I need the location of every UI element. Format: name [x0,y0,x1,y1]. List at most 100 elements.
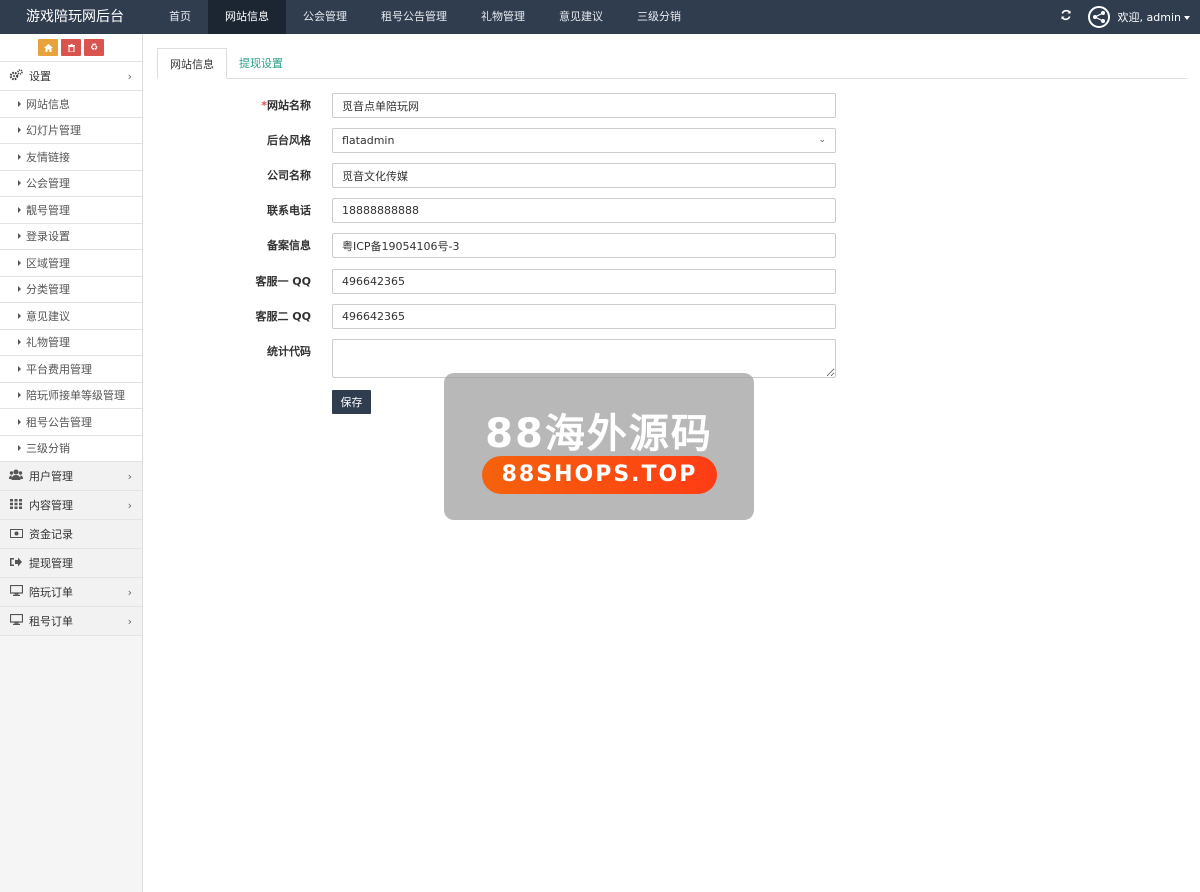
company-name-label: 公司名称 [267,169,311,182]
sidebar-item-companion-level[interactable]: 陪玩师接单等级管理 [0,382,142,409]
icp-label: 备案信息 [267,239,311,252]
sidebar-group-label: 提现管理 [29,557,73,570]
qq1-label: 客服一 QQ [255,275,311,288]
sidebar-group-withdraw[interactable]: 提现管理 [0,549,142,578]
sidebar-group-label: 设置 [29,70,51,83]
sidebar-item-platform-fee[interactable]: 平台费用管理 [0,356,142,383]
chevron-right-icon: › [127,498,132,512]
sidebar-item-login-settings[interactable]: 登录设置 [0,223,142,250]
company-name-input[interactable] [332,163,836,188]
phone-input[interactable] [332,198,836,223]
nav-item-rent-notice[interactable]: 租号公告管理 [364,0,464,34]
save-button[interactable]: 保存 [332,390,371,414]
form-row-phone: 联系电话 [157,198,1187,224]
sidebar-group-users[interactable]: 用户管理 › [0,462,142,491]
sidebar-group-companion-orders[interactable]: 陪玩订单 › [0,578,142,607]
sidebar-item-label: 幻灯片管理 [26,124,81,138]
sidebar-item-label: 靓号管理 [26,203,70,217]
caret-right-icon [18,312,21,319]
caret-right-icon [18,259,21,266]
qq2-input[interactable] [332,304,836,329]
watermark-title: 88海外源码 [485,411,713,457]
tab-bar: 网站信息 提现设置 [157,48,1187,79]
nav-item-feedback[interactable]: 意见建议 [542,0,620,34]
admin-style-select[interactable]: flatadmin ⌄ [332,128,836,153]
sidebar-item-pretty-number[interactable]: 靓号管理 [0,197,142,224]
sidebar-group-label: 租号订单 [29,615,73,628]
sidebar-item-feedback[interactable]: 意见建议 [0,303,142,330]
sidebar-item-slides[interactable]: 幻灯片管理 [0,117,142,144]
sidebar-group-settings[interactable]: 设置 › [0,62,142,91]
refresh-icon[interactable] [1060,9,1072,25]
icp-input[interactable] [332,233,836,258]
admin-style-label: 后台风格 [267,134,311,147]
sidebar-item-label: 意见建议 [26,309,70,323]
qq1-input[interactable] [332,269,836,294]
top-navbar: 游戏陪玩网后台 首页 网站信息 公会管理 租号公告管理 礼物管理 意见建议 三级… [0,0,1200,34]
sidebar-item-distribution[interactable]: 三级分销 [0,435,142,462]
nav-item-site-info[interactable]: 网站信息 [208,0,286,34]
sidebar-item-label: 租号公告管理 [26,415,92,429]
sidebar-group-content[interactable]: 内容管理 › [0,491,142,520]
recycle-icon[interactable]: ♻ [84,39,104,56]
caret-right-icon [18,365,21,372]
nav-item-guild[interactable]: 公会管理 [286,0,364,34]
share-avatar-icon[interactable] [1087,6,1110,28]
sidebar-group-funds[interactable]: 资金记录 [0,520,142,549]
tab-withdraw-settings[interactable]: 提现设置 [227,48,295,79]
users-icon [8,469,24,483]
chevron-right-icon: › [127,69,132,83]
caret-right-icon [18,392,21,399]
sidebar-group-label: 用户管理 [29,470,73,483]
caret-right-icon [18,180,21,187]
sidebar-item-gifts[interactable]: 礼物管理 [0,329,142,356]
caret-right-icon [18,206,21,213]
site-name-label-text: 网站名称 [267,99,311,112]
tab-site-info[interactable]: 网站信息 [157,48,227,79]
caret-down-icon [1184,16,1190,20]
sidebar-item-label: 分类管理 [26,283,70,297]
monitor-icon [8,613,24,628]
sidebar-item-label: 公会管理 [26,177,70,191]
sidebar-group-rent-orders[interactable]: 租号订单 › [0,607,142,636]
grid-icon [8,498,24,512]
sidebar-item-label: 陪玩师接单等级管理 [26,389,125,403]
sidebar-item-rent-notice[interactable]: 租号公告管理 [0,409,142,436]
form-row-admin-style: 后台风格 flatadmin ⌄ [157,128,1187,154]
nav-item-gifts[interactable]: 礼物管理 [464,0,542,34]
main-content: 网站信息 提现设置 *网站名称 后台风格 flatadmin ⌄ 公司名称 联系电… [157,48,1187,414]
stats-code-label: 统计代码 [267,345,311,358]
phone-label: 联系电话 [267,204,311,217]
form-row-icp: 备案信息 [157,233,1187,259]
form-row-qq2: 客服二 QQ [157,304,1187,330]
qq2-label: 客服二 QQ [255,310,311,323]
site-name-label: *网站名称 [157,93,311,119]
sidebar-item-label: 友情链接 [26,150,70,164]
sidebar-item-links[interactable]: 友情链接 [0,144,142,171]
sidebar-group-label: 内容管理 [29,499,73,512]
home-icon[interactable] [38,39,58,56]
caret-right-icon [18,286,21,293]
sidebar-group-label: 资金记录 [29,528,73,541]
sidebar-item-category[interactable]: 分类管理 [0,276,142,303]
trash-icon[interactable] [61,39,81,56]
money-icon [8,527,24,541]
user-menu[interactable]: 欢迎, admin [1118,9,1190,25]
monitor-icon [8,584,24,599]
top-right-tools: 欢迎, admin [1060,0,1200,34]
brand-title[interactable]: 游戏陪玩网后台 [0,0,142,34]
caret-right-icon [18,339,21,346]
caret-right-icon [18,100,21,107]
cogs-icon [8,68,24,84]
chevron-right-icon: › [127,469,132,483]
sidebar-item-region[interactable]: 区域管理 [0,250,142,277]
sidebar-item-site-info[interactable]: 网站信息 [0,91,142,118]
sidebar-item-guild[interactable]: 公会管理 [0,170,142,197]
top-nav: 首页 网站信息 公会管理 租号公告管理 礼物管理 意见建议 三级分销 [152,0,698,34]
welcome-text: 欢迎, admin [1117,11,1181,24]
sidebar-item-label: 区域管理 [26,256,70,270]
nav-item-distribution[interactable]: 三级分销 [620,0,698,34]
sidebar-group-label: 陪玩订单 [29,586,73,599]
site-name-input[interactable] [332,93,836,118]
nav-item-home[interactable]: 首页 [152,0,208,34]
